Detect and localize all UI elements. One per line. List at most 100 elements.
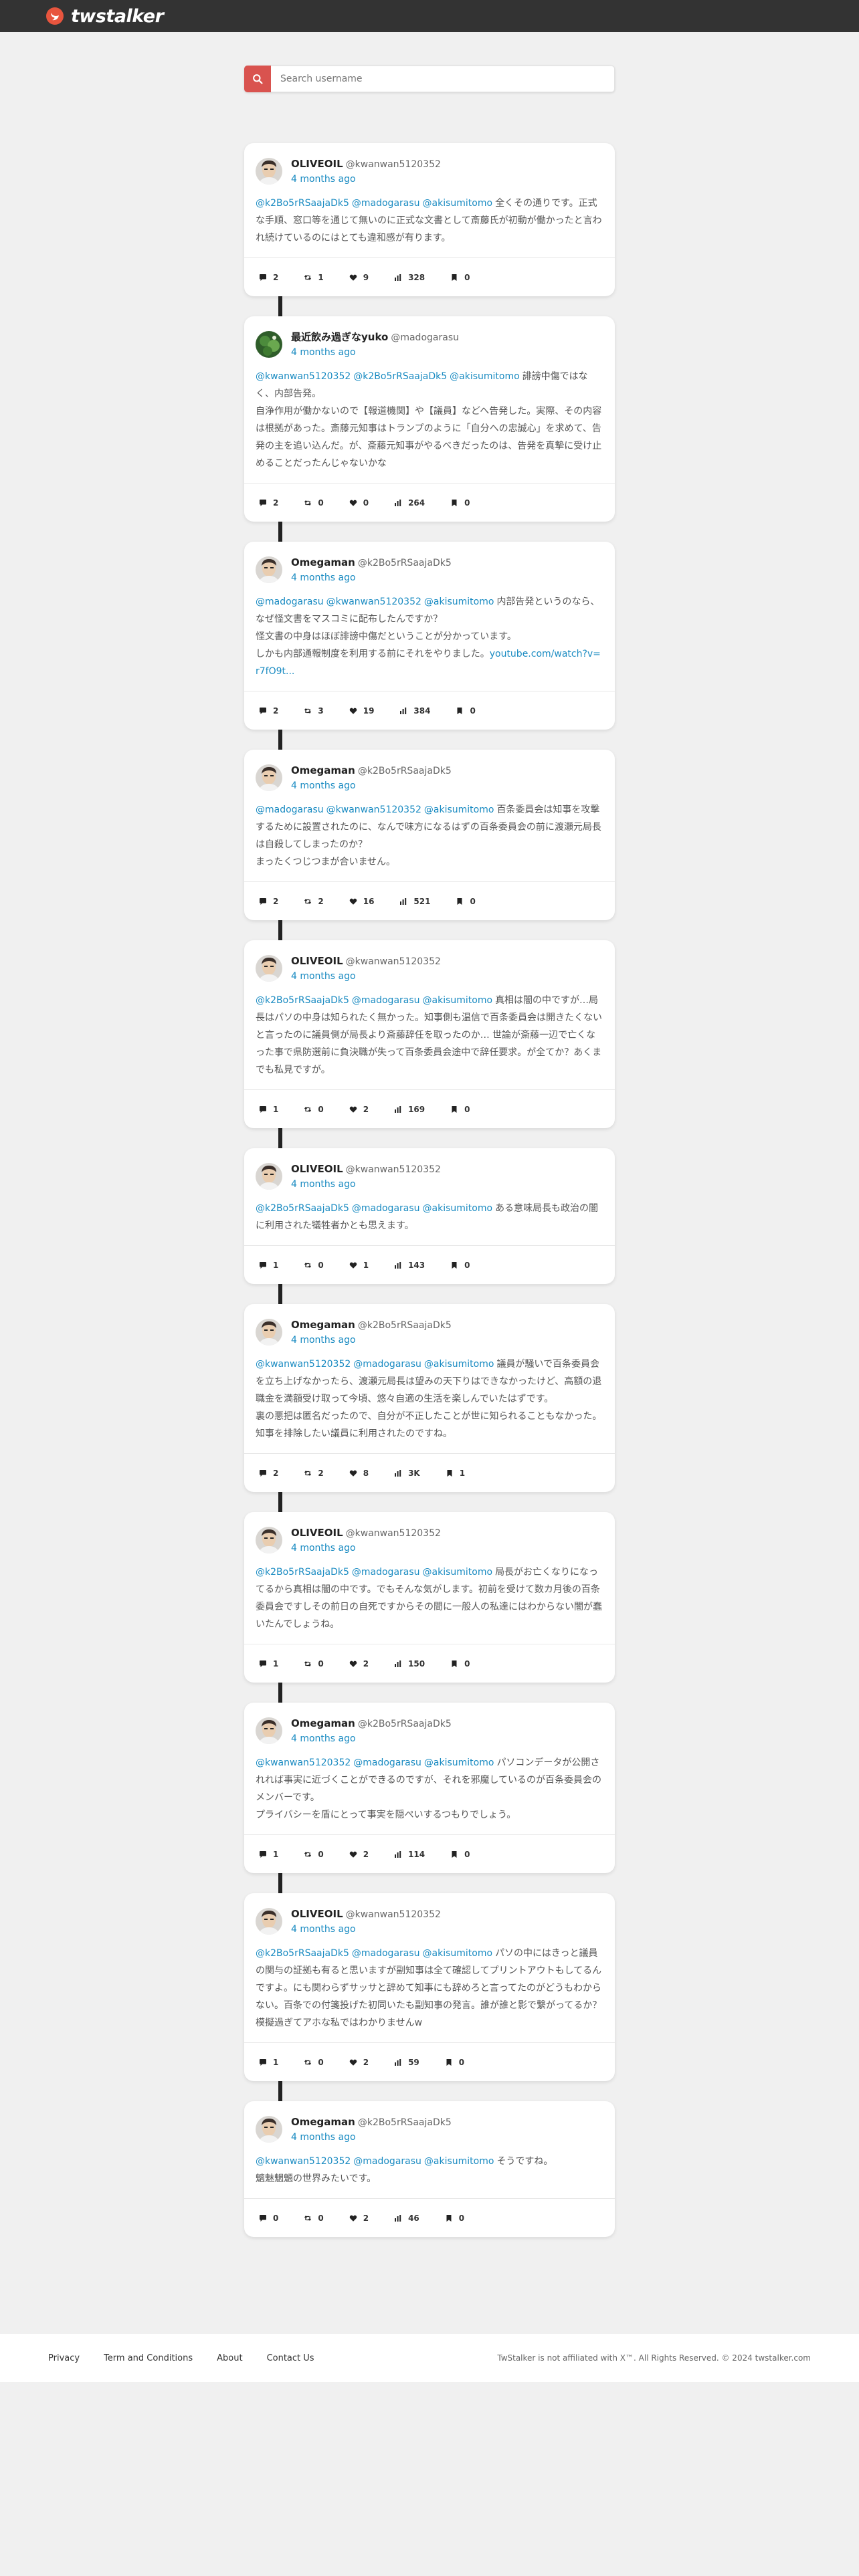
bookmark-stat[interactable]: 0 xyxy=(456,706,476,716)
reply-stat[interactable]: 1 xyxy=(259,1261,278,1270)
search-input[interactable] xyxy=(271,66,614,92)
bookmark-stat[interactable]: 0 xyxy=(450,1850,470,1859)
tweet-card[interactable]: 最近飲み過ぎなyuko @madogarasu 4 months ago @kwanw… xyxy=(244,316,615,522)
mention-link[interactable]: @madogarasu xyxy=(353,1359,421,1370)
reply-stat[interactable]: 1 xyxy=(259,1659,278,1669)
mention-link[interactable]: @k2Bo5rRSaajaDk5 xyxy=(353,371,447,382)
avatar[interactable] xyxy=(256,1319,282,1346)
views-stat[interactable]: 169 xyxy=(394,1105,425,1114)
like-stat[interactable]: 2 xyxy=(349,1850,369,1859)
tweet-card[interactable]: OLIVEOIL @kwanwan5120352 4 months ago @k2Bo… xyxy=(244,1148,615,1284)
mention-link[interactable]: @kwanwan5120352 xyxy=(256,2156,351,2167)
retweet-stat[interactable]: 0 xyxy=(304,1659,324,1669)
user-handle[interactable]: @k2Bo5rRSaajaDk5 xyxy=(358,2117,452,2128)
mention-link[interactable]: @k2Bo5rRSaajaDk5 xyxy=(256,995,349,1006)
tweet-timestamp[interactable]: 4 months ago xyxy=(291,172,441,187)
tweet-timestamp[interactable]: 4 months ago xyxy=(291,1333,452,1348)
mention-link[interactable]: @akisumitomo xyxy=(424,1757,494,1768)
reply-stat[interactable]: 2 xyxy=(259,273,278,282)
mention-link[interactable]: @madogarasu xyxy=(352,1948,420,1959)
mention-link[interactable]: @kwanwan5120352 xyxy=(256,1359,351,1370)
tweet-timestamp[interactable]: 4 months ago xyxy=(291,1541,441,1555)
like-stat[interactable]: 2 xyxy=(349,2214,369,2223)
user-display-name[interactable]: OLIVEOIL xyxy=(291,1908,343,1920)
footer-link-terms[interactable]: Term and Conditions xyxy=(104,2353,193,2363)
footer-link-about[interactable]: About xyxy=(217,2353,242,2363)
bookmark-stat[interactable]: 0 xyxy=(450,1261,470,1270)
reply-stat[interactable]: 1 xyxy=(259,1850,278,1859)
tweet-card[interactable]: OLIVEOIL @kwanwan5120352 4 months ago @k2Bo… xyxy=(244,1893,615,2081)
avatar[interactable] xyxy=(256,158,282,185)
views-stat[interactable]: 3K xyxy=(394,1469,420,1478)
mention-link[interactable]: @kwanwan5120352 xyxy=(256,1757,351,1768)
reply-stat[interactable]: 2 xyxy=(259,498,278,508)
like-stat[interactable]: 19 xyxy=(349,706,374,716)
mention-link[interactable]: @madogarasu xyxy=(352,198,420,209)
like-stat[interactable]: 8 xyxy=(349,1469,369,1478)
tweet-card[interactable]: OLIVEOIL @kwanwan5120352 4 months ago @k2Bo… xyxy=(244,940,615,1128)
bookmark-stat[interactable]: 0 xyxy=(445,2058,464,2067)
user-handle[interactable]: @madogarasu xyxy=(391,332,459,343)
user-handle[interactable]: @k2Bo5rRSaajaDk5 xyxy=(358,1320,452,1331)
user-handle[interactable]: @k2Bo5rRSaajaDk5 xyxy=(358,766,452,776)
brand-logo[interactable]: twstalker xyxy=(45,6,164,27)
reply-stat[interactable]: 2 xyxy=(259,897,278,906)
mention-link[interactable]: @kwanwan5120352 xyxy=(326,804,421,815)
mention-link[interactable]: @madogarasu xyxy=(352,1567,420,1578)
bookmark-stat[interactable]: 0 xyxy=(450,1105,470,1114)
mention-link[interactable]: @madogarasu xyxy=(352,1203,420,1214)
views-stat[interactable]: 114 xyxy=(394,1850,425,1859)
mention-link[interactable]: @akisumitomo xyxy=(450,371,520,382)
bookmark-stat[interactable]: 0 xyxy=(450,273,470,282)
retweet-stat[interactable]: 0 xyxy=(304,1105,324,1114)
like-stat[interactable]: 16 xyxy=(349,897,374,906)
mention-link[interactable]: @kwanwan5120352 xyxy=(326,597,421,607)
reply-stat[interactable]: 1 xyxy=(259,1105,278,1114)
user-handle[interactable]: @kwanwan5120352 xyxy=(346,1528,441,1539)
mention-link[interactable]: @akisumitomo xyxy=(423,198,493,209)
like-stat[interactable]: 1 xyxy=(349,1261,369,1270)
tweet-card[interactable]: Omegaman @k2Bo5rRSaajaDk5 4 months ago @kwa… xyxy=(244,1304,615,1492)
retweet-stat[interactable]: 0 xyxy=(304,498,324,508)
avatar[interactable] xyxy=(256,331,282,358)
mention-link[interactable]: @akisumitomo xyxy=(423,995,493,1006)
views-stat[interactable]: 150 xyxy=(394,1659,425,1669)
reply-stat[interactable]: 2 xyxy=(259,1469,278,1478)
like-stat[interactable]: 2 xyxy=(349,2058,369,2067)
tweet-card[interactable]: Omegaman @k2Bo5rRSaajaDk5 4 months ago @mad… xyxy=(244,750,615,920)
user-display-name[interactable]: Omegaman xyxy=(291,2116,355,2128)
user-display-name[interactable]: 最近飲み過ぎなyuko xyxy=(291,331,388,343)
user-display-name[interactable]: OLIVEOIL xyxy=(291,158,343,170)
mention-link[interactable]: @akisumitomo xyxy=(424,2156,494,2167)
tweet-timestamp[interactable]: 4 months ago xyxy=(291,778,452,793)
tweet-timestamp[interactable]: 4 months ago xyxy=(291,1177,441,1192)
tweet-timestamp[interactable]: 4 months ago xyxy=(291,969,441,984)
avatar[interactable] xyxy=(256,955,282,982)
tweet-timestamp[interactable]: 4 months ago xyxy=(291,570,452,585)
like-stat[interactable]: 2 xyxy=(349,1659,369,1669)
mention-link[interactable]: @madogarasu xyxy=(352,995,420,1006)
avatar[interactable] xyxy=(256,2116,282,2143)
mention-link[interactable]: @akisumitomo xyxy=(423,1567,493,1578)
mention-link[interactable]: @madogarasu xyxy=(256,597,324,607)
mention-link[interactable]: @madogarasu xyxy=(256,804,324,815)
avatar[interactable] xyxy=(256,764,282,791)
user-handle[interactable]: @kwanwan5120352 xyxy=(346,956,441,967)
bookmark-stat[interactable]: 0 xyxy=(450,1659,470,1669)
tweet-timestamp[interactable]: 4 months ago xyxy=(291,1922,441,1937)
reply-stat[interactable]: 0 xyxy=(259,2214,278,2223)
like-stat[interactable]: 9 xyxy=(349,273,369,282)
user-display-name[interactable]: OLIVEOIL xyxy=(291,1163,343,1175)
user-handle[interactable]: @kwanwan5120352 xyxy=(346,1164,441,1175)
mention-link[interactable]: @k2Bo5rRSaajaDk5 xyxy=(256,198,349,209)
tweet-timestamp[interactable]: 4 months ago xyxy=(291,1731,452,1746)
reply-stat[interactable]: 1 xyxy=(259,2058,278,2067)
search-button[interactable] xyxy=(244,66,271,92)
avatar[interactable] xyxy=(256,1908,282,1935)
tweet-card[interactable]: Omegaman @k2Bo5rRSaajaDk5 4 months ago @kwa… xyxy=(244,1703,615,1873)
retweet-stat[interactable]: 0 xyxy=(304,1261,324,1270)
retweet-stat[interactable]: 0 xyxy=(304,2058,324,2067)
mention-link[interactable]: @madogarasu xyxy=(353,1757,421,1768)
views-stat[interactable]: 521 xyxy=(399,897,430,906)
tweet-card[interactable]: Omegaman @k2Bo5rRSaajaDk5 4 months ago @mad… xyxy=(244,542,615,730)
